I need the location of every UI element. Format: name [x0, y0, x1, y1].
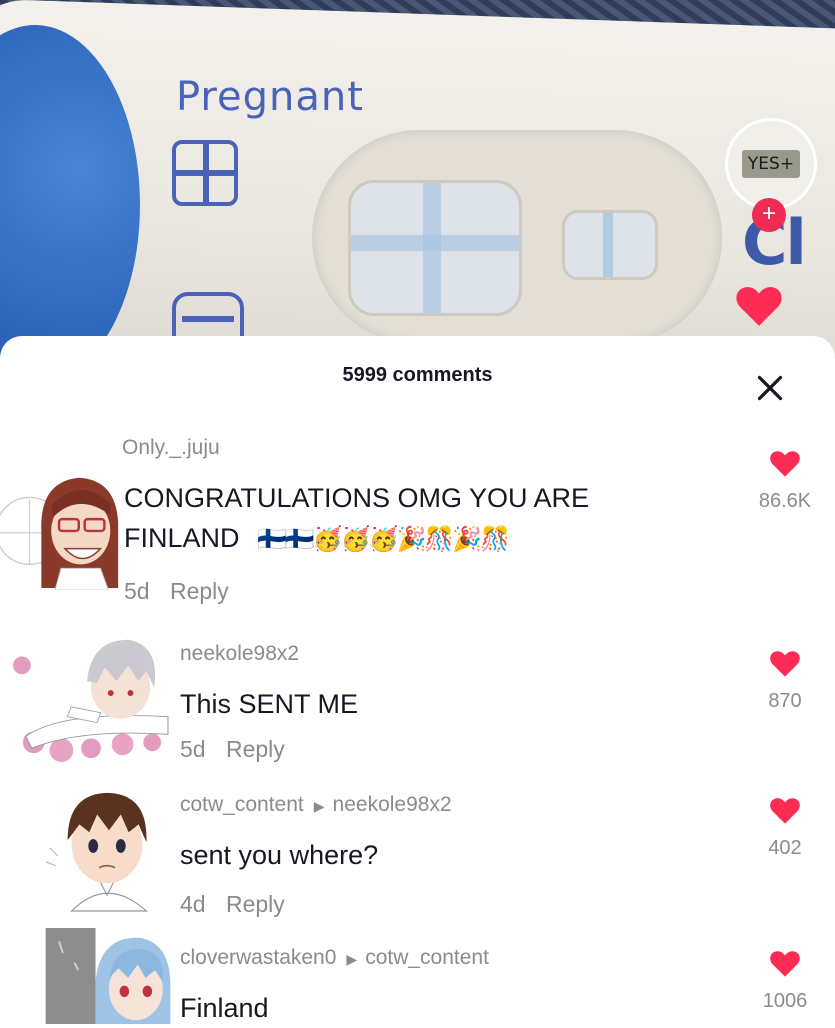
avatar[interactable]: [0, 462, 128, 590]
comment-item: Only._.juju CONGRATULATIONS OMG YOU ARE …: [0, 428, 835, 618]
creator-avatar[interactable]: YES+: [725, 118, 817, 210]
reply-to-username[interactable]: cotw_content: [365, 946, 489, 969]
control-window: [562, 210, 658, 280]
comment-username[interactable]: Only._.juju: [122, 436, 220, 460]
reply-arrow-icon: ▶: [346, 951, 358, 967]
heart-icon[interactable]: [768, 648, 802, 678]
like-count: 402: [768, 837, 802, 859]
comment-text: CONGRATULATIONS OMG YOU ARE FINLAND 🇫🇮🇫🇮…: [124, 478, 589, 560]
result-window: [348, 180, 522, 316]
comment-meta: 4d Reply: [180, 891, 285, 918]
comment-text: sent you where?: [180, 840, 379, 870]
avatar-badge-text: YES+: [741, 150, 801, 178]
comment-username: cloverwastaken0 ▶ cotw_content: [180, 946, 489, 970]
comments-count-title: 5999 comments: [342, 364, 493, 386]
comment-item: cloverwastaken0 ▶ cotw_content Finland 100…: [0, 928, 835, 1024]
comment-age: 4d: [180, 891, 206, 917]
comment-text-line-end: FINLAND: [124, 523, 240, 553]
comment-age: 5d: [180, 736, 206, 762]
pregnant-label: Pregnant: [176, 74, 364, 120]
reply-button[interactable]: Reply: [226, 736, 285, 762]
comment-like[interactable]: 870: [740, 648, 830, 713]
comment-text-line: FINLAND 🇫🇮🇫🇮🥳🥳🥳🎉🎊🎉🎊: [124, 518, 589, 560]
like-count: 870: [768, 690, 802, 712]
comment-username-link[interactable]: cloverwastaken0: [180, 946, 336, 969]
comment-item: cotw_content ▶ neekole98x2 sent you where?…: [0, 773, 835, 928]
like-count: 86.6K: [758, 490, 812, 512]
avatar[interactable]: [44, 928, 172, 1024]
video-background[interactable]: Pregnant Cl YES+ +: [0, 0, 835, 360]
comment-text-line: CONGRATULATIONS OMG YOU ARE: [124, 483, 590, 513]
comment-text: This SENT ME: [180, 689, 359, 719]
reply-to-username[interactable]: neekole98x2: [333, 793, 452, 816]
follow-button[interactable]: +: [752, 198, 786, 232]
comment-meta: 5d Reply: [180, 736, 285, 763]
close-icon[interactable]: [752, 370, 788, 406]
comment-age: 5d: [124, 578, 150, 604]
comment-item: neekole98x2 This SENT ME 5d Reply 870: [0, 618, 835, 773]
heart-icon[interactable]: [768, 948, 802, 978]
comment-like[interactable]: 402: [740, 795, 830, 860]
comment-meta: 5d Reply: [124, 578, 229, 605]
avatar[interactable]: [44, 773, 172, 921]
avatar[interactable]: [2, 618, 180, 766]
like-video-heart-icon[interactable]: [734, 282, 784, 328]
reply-button[interactable]: Reply: [170, 578, 229, 604]
comment-username[interactable]: neekole98x2: [180, 642, 299, 666]
comment-like[interactable]: 1006: [740, 948, 830, 1013]
reply-button[interactable]: Reply: [226, 891, 285, 917]
heart-icon[interactable]: [768, 795, 802, 825]
reply-arrow-icon: ▶: [313, 798, 325, 814]
like-count: 1006: [762, 990, 808, 1012]
comments-sheet: 5999 comments Only._.juju CONGRATULATION…: [0, 336, 835, 1024]
plus-symbol-icon: [172, 140, 238, 206]
emoji-strip: 🇫🇮🇫🇮🥳🥳🥳🎉🎊🎉🎊: [257, 526, 510, 553]
comment-username-link[interactable]: cotw_content: [180, 793, 304, 816]
heart-icon[interactable]: [768, 448, 802, 478]
comment-username: cotw_content ▶ neekole98x2: [180, 793, 452, 817]
comment-like[interactable]: 86.6K: [740, 448, 830, 513]
comment-text: Finland: [180, 993, 269, 1023]
